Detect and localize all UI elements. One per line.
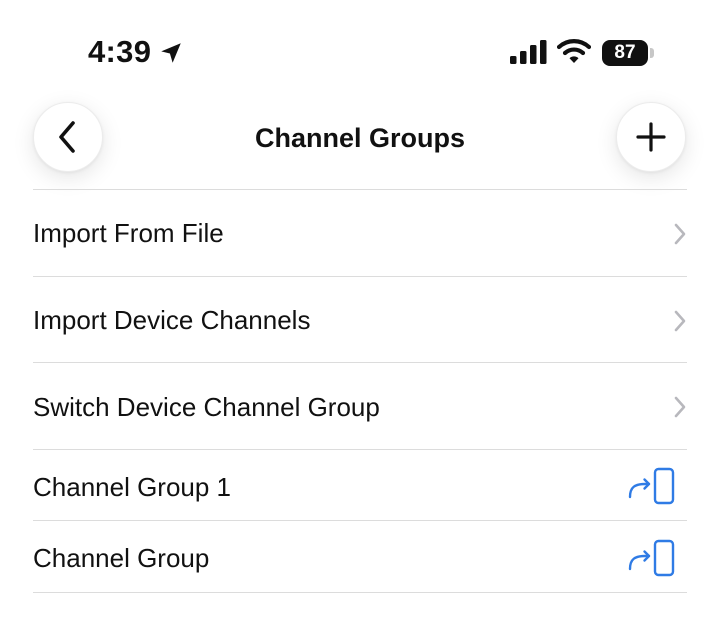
status-time: 4:39 bbox=[88, 34, 152, 69]
battery-level: 87 bbox=[602, 40, 648, 66]
cellular-signal-icon bbox=[510, 40, 547, 64]
chevron-right-icon bbox=[674, 310, 686, 332]
row-label: Import From File bbox=[33, 218, 224, 248]
back-button[interactable] bbox=[33, 102, 103, 172]
page-title: Channel Groups bbox=[254, 123, 465, 153]
import-device-channels-row[interactable]: Import Device Channels bbox=[33, 277, 687, 363]
wifi-icon bbox=[557, 39, 591, 63]
channel-group-row[interactable]: Channel Group 1 bbox=[33, 450, 687, 521]
row-label: Switch Device Channel Group bbox=[33, 392, 380, 422]
send-to-device-icon[interactable] bbox=[627, 539, 675, 577]
switch-device-channel-group-row[interactable]: Switch Device Channel Group bbox=[33, 363, 687, 449]
battery-icon: 87 bbox=[602, 40, 654, 66]
row-divider bbox=[33, 592, 687, 593]
channel-group-name: Channel Group 1 bbox=[33, 472, 232, 502]
chevron-left-icon bbox=[59, 121, 75, 153]
channel-group-name: Channel Group bbox=[33, 543, 210, 573]
status-bar: 4:39 87 bbox=[0, 0, 720, 100]
plus-icon bbox=[636, 122, 666, 152]
send-to-device-icon[interactable] bbox=[627, 467, 675, 505]
battery-nub bbox=[650, 48, 654, 58]
chevron-right-icon bbox=[674, 396, 686, 418]
channel-group-row[interactable]: Channel Group bbox=[33, 521, 687, 592]
location-arrow-icon bbox=[161, 43, 181, 63]
import-from-file-row[interactable]: Import From File bbox=[33, 190, 687, 276]
chevron-right-icon bbox=[674, 223, 686, 245]
row-label: Import Device Channels bbox=[33, 305, 311, 335]
add-channel-group-button[interactable] bbox=[616, 102, 686, 172]
